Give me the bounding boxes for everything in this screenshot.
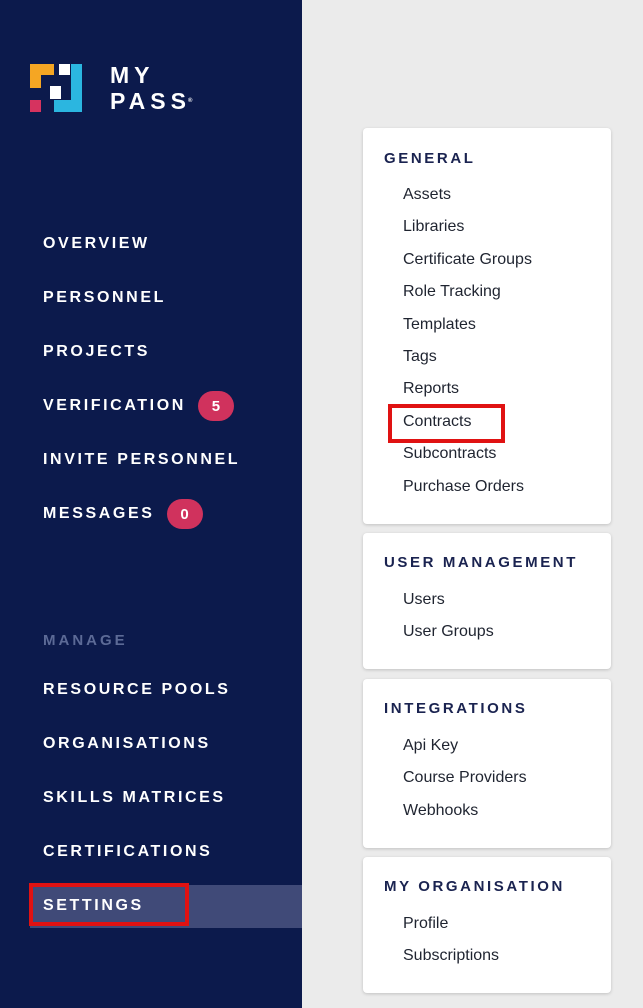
link-reports[interactable]: Reports: [403, 380, 459, 398]
nav-organisations[interactable]: ORGANISATIONS: [43, 732, 211, 756]
sidebar: MY PASS® OVERVIEW PERSONNEL PROJECTS VER…: [0, 0, 302, 1008]
integrations-card: INTEGRATIONS Api Key Course Providers We…: [363, 679, 611, 848]
my-organisation-card-title: MY ORGANISATION: [384, 878, 565, 895]
nav-messages[interactable]: MESSAGES 0: [43, 499, 203, 529]
nav-skills-matrices-label: SKILLS MATRICES: [43, 789, 226, 806]
mypass-logo-icon: [30, 64, 82, 112]
nav-projects[interactable]: PROJECTS: [43, 340, 150, 364]
logo-line1: MY: [110, 62, 155, 88]
nav-projects-label: PROJECTS: [43, 343, 151, 360]
link-profile[interactable]: Profile: [403, 915, 448, 933]
link-webhooks[interactable]: Webhooks: [403, 802, 478, 820]
logo-line2: PASS: [110, 88, 191, 114]
general-card-title: GENERAL: [384, 150, 476, 167]
link-course-providers[interactable]: Course Providers: [403, 769, 527, 787]
mypass-logo[interactable]: MY PASS®: [30, 62, 192, 114]
mypass-wordmark: MY PASS®: [110, 62, 192, 114]
nav-overview[interactable]: OVERVIEW: [43, 232, 150, 256]
nav-organisations-label: ORGANISATIONS: [43, 735, 211, 752]
nav-personnel[interactable]: PERSONNEL: [43, 286, 166, 310]
nav-certifications[interactable]: CERTIFICATIONS: [43, 840, 212, 864]
registered-mark: ®: [187, 98, 193, 104]
link-users[interactable]: Users: [403, 591, 445, 609]
link-certificate-groups[interactable]: Certificate Groups: [403, 251, 532, 269]
link-api-key[interactable]: Api Key: [403, 737, 458, 755]
messages-count-badge: 0: [166, 499, 203, 529]
link-libraries[interactable]: Libraries: [403, 218, 464, 236]
nav-overview-label: OVERVIEW: [43, 235, 150, 252]
nav-resource-pools-label: RESOURCE POOLS: [43, 681, 231, 698]
nav-resource-pools[interactable]: RESOURCE POOLS: [43, 678, 231, 702]
nav-invite-personnel[interactable]: INVITE PERSONNEL: [43, 448, 240, 472]
integrations-card-title: INTEGRATIONS: [384, 700, 528, 717]
nav-messages-label: MESSAGES: [43, 505, 155, 522]
nav-skills-matrices[interactable]: SKILLS MATRICES: [43, 786, 226, 810]
nav-settings-label: SETTINGS: [43, 897, 144, 914]
link-templates[interactable]: Templates: [403, 316, 476, 334]
nav-invite-label: INVITE PERSONNEL: [43, 451, 241, 468]
nav-settings[interactable]: SETTINGS: [43, 894, 144, 918]
verification-count-badge: 5: [197, 391, 234, 421]
link-tags[interactable]: Tags: [403, 348, 437, 366]
user-management-card-title: USER MANAGEMENT: [384, 554, 579, 571]
link-purchase-orders[interactable]: Purchase Orders: [403, 478, 524, 496]
nav-verification[interactable]: VERIFICATION 5: [43, 391, 234, 421]
my-organisation-card: MY ORGANISATION Profile Subscriptions: [363, 857, 611, 993]
user-management-card: USER MANAGEMENT Users User Groups: [363, 533, 611, 669]
link-role-tracking[interactable]: Role Tracking: [403, 283, 501, 301]
nav-personnel-label: PERSONNEL: [43, 289, 166, 306]
link-contracts[interactable]: Contracts: [403, 413, 471, 431]
link-subcontracts[interactable]: Subcontracts: [403, 445, 496, 463]
nav-certifications-label: CERTIFICATIONS: [43, 843, 213, 860]
manage-section-heading: MANAGE: [43, 632, 128, 649]
link-subscriptions[interactable]: Subscriptions: [403, 947, 499, 965]
nav-verification-label: VERIFICATION: [43, 397, 186, 414]
general-card: GENERAL Assets Libraries Certificate Gro…: [363, 128, 611, 524]
link-assets[interactable]: Assets: [403, 186, 451, 204]
link-user-groups[interactable]: User Groups: [403, 623, 494, 641]
